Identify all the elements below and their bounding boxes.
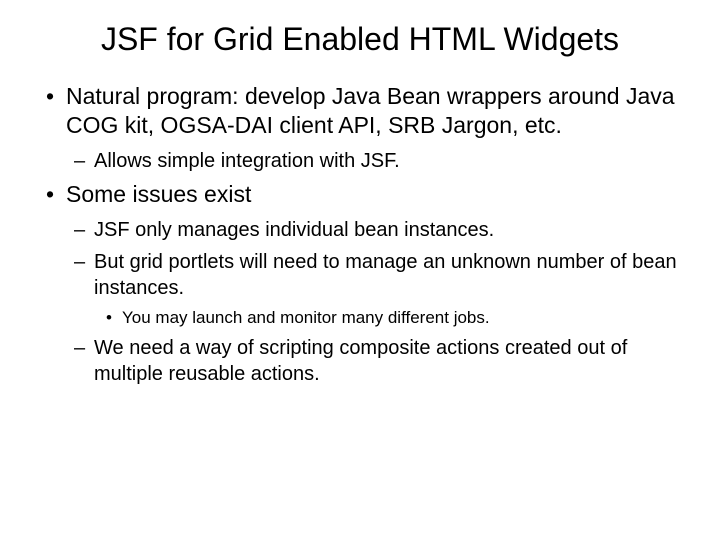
- list-item: JSF only manages individual bean instanc…: [72, 217, 680, 243]
- bullet-text: We need a way of scripting composite act…: [94, 337, 627, 385]
- list-item: Some issues exist JSF only manages indiv…: [40, 180, 680, 387]
- list-item: We need a way of scripting composite act…: [72, 335, 680, 387]
- bullet-text: Some issues exist: [66, 181, 251, 207]
- sub-list: JSF only manages individual bean instanc…: [66, 217, 680, 387]
- list-item: You may launch and monitor many differen…: [104, 307, 680, 329]
- bullet-text: Allows simple integration with JSF.: [94, 150, 400, 172]
- slide-title: JSF for Grid Enabled HTML Widgets: [40, 20, 680, 58]
- bullet-text: But grid portlets will need to manage an…: [94, 251, 677, 299]
- list-item: But grid portlets will need to manage an…: [72, 249, 680, 329]
- bullet-text: You may launch and monitor many differen…: [122, 308, 490, 327]
- sub-sub-list: You may launch and monitor many differen…: [94, 307, 680, 329]
- bullet-text: JSF only manages individual bean instanc…: [94, 219, 494, 241]
- bullet-text: Natural program: develop Java Bean wrapp…: [66, 83, 675, 138]
- sub-list: Allows simple integration with JSF.: [66, 148, 680, 174]
- bullet-list: Natural program: develop Java Bean wrapp…: [40, 82, 680, 386]
- list-item: Allows simple integration with JSF.: [72, 148, 680, 174]
- list-item: Natural program: develop Java Bean wrapp…: [40, 82, 680, 174]
